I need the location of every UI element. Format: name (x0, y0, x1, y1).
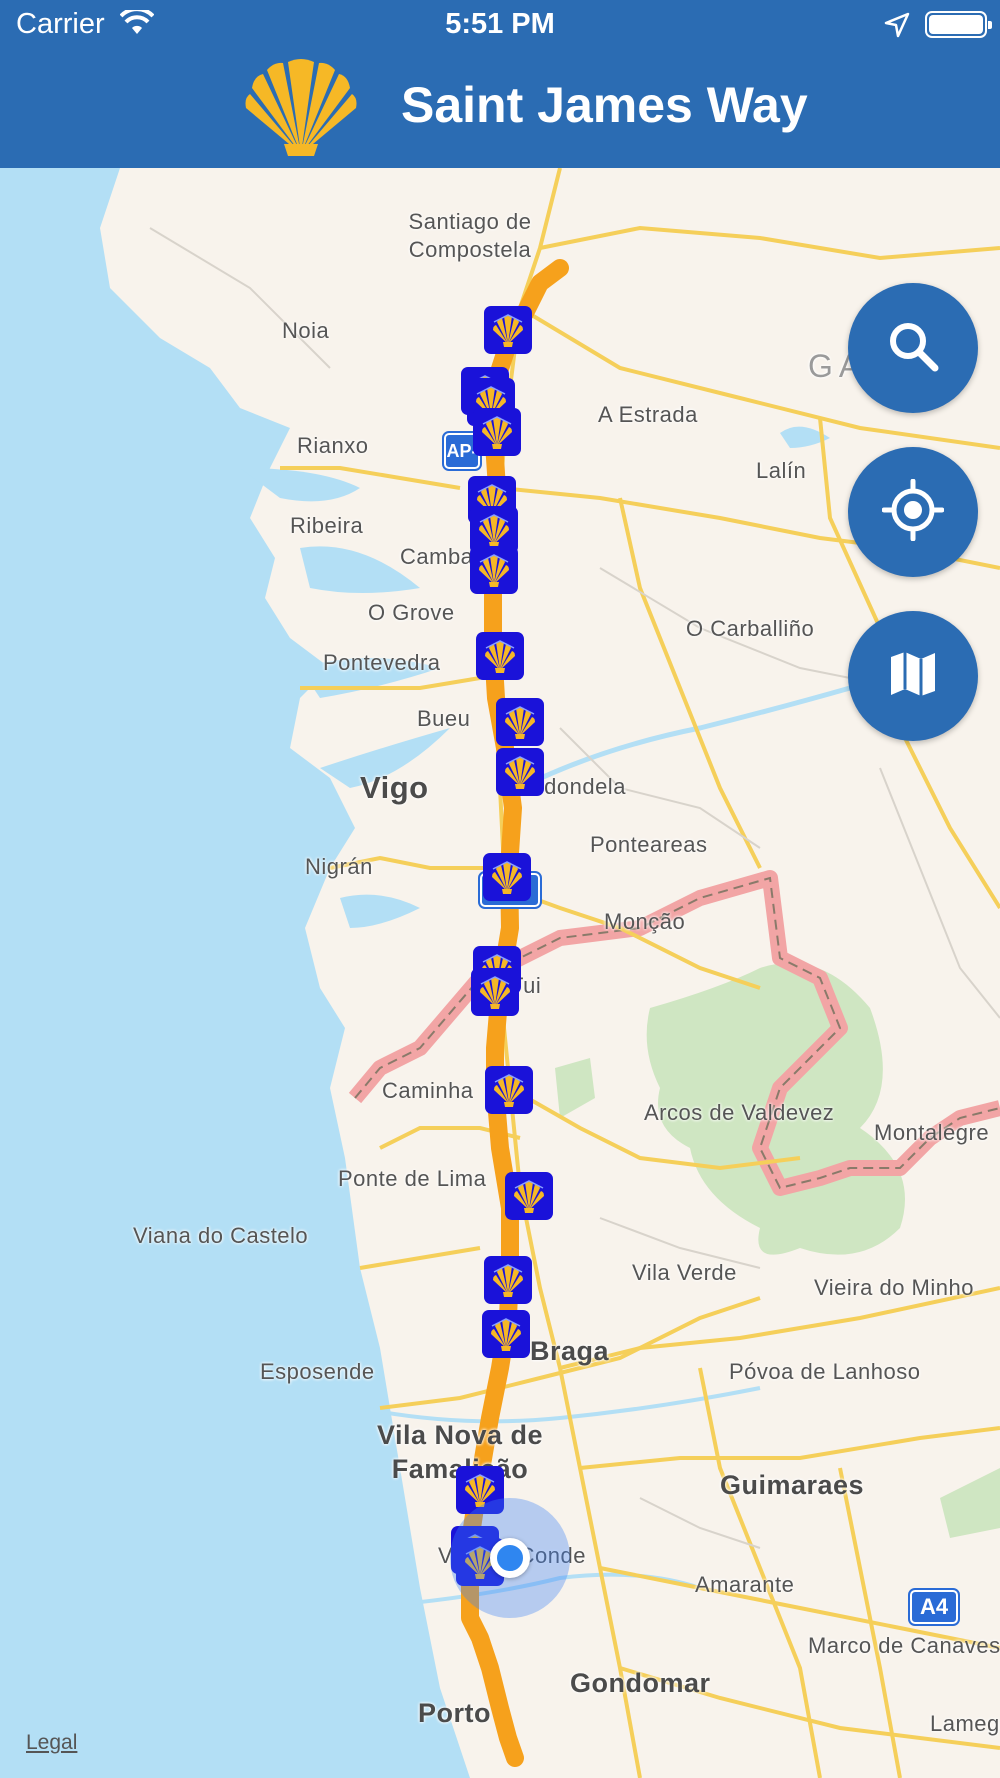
scallop-shell-icon (494, 1074, 524, 1107)
place-label: Bueu (417, 706, 471, 731)
place-label: Amarante (695, 1572, 795, 1597)
search-icon (886, 319, 940, 378)
camino-marker[interactable] (471, 968, 519, 1016)
scallop-shell-icon (480, 976, 510, 1009)
place-label: Ponte de Lima (338, 1166, 487, 1191)
place-label: Lalín (756, 458, 807, 483)
place-label: Marco de Canaveses (808, 1633, 1000, 1658)
scallop-shell-icon (236, 58, 366, 163)
scallop-shell-icon (482, 416, 512, 449)
clock: 5:51 PM (445, 8, 555, 40)
place-label: Vigo (360, 770, 429, 805)
place-label: Lamego (930, 1711, 1000, 1736)
place-label: Noia (282, 318, 330, 343)
status-bar: Carrier 5:51 PM (0, 0, 1000, 50)
place-label: Monção (604, 909, 686, 934)
place-label: Póvoa de Lanhoso (729, 1359, 921, 1384)
place-label: Guimaraes (720, 1470, 865, 1500)
legal-link[interactable]: Legal (26, 1731, 77, 1755)
place-label: Porto (418, 1698, 491, 1728)
scallop-shell-icon (505, 756, 535, 789)
place-label: Caminha (382, 1078, 474, 1103)
location-arrow-icon (884, 12, 910, 43)
scallop-shell-icon (505, 706, 535, 739)
place-label: Pontevedra (323, 650, 441, 675)
place-label: Vieira do Minho (814, 1275, 974, 1300)
camino-marker[interactable] (485, 1066, 533, 1114)
camino-marker[interactable] (496, 698, 544, 746)
place-label: A Estrada (598, 402, 698, 427)
camino-marker[interactable] (483, 853, 531, 901)
place-label: Braga (530, 1336, 610, 1366)
place-label: O Grove (368, 600, 455, 625)
place-label: Santiago de Compostela (408, 209, 532, 262)
place-label: Esposende (260, 1359, 375, 1384)
scallop-shell-icon (514, 1180, 544, 1213)
battery-icon (925, 11, 992, 38)
scallop-shell-icon (492, 861, 522, 894)
place-label: Ribeira (290, 513, 364, 538)
camino-marker[interactable] (476, 632, 524, 680)
map-view[interactable]: Santiago de Compostela Noia Rianxo Ribei… (0, 168, 1000, 1778)
place-label: Arcos de Valdevez (644, 1100, 835, 1125)
scallop-shell-icon (491, 1318, 521, 1351)
scallop-shell-icon (493, 314, 523, 347)
map-icon (888, 649, 938, 704)
user-location-dot[interactable] (490, 1538, 530, 1578)
place-label: Vila Verde (632, 1260, 737, 1285)
map-mode-button[interactable] (848, 611, 978, 741)
camino-marker[interactable] (484, 1256, 532, 1304)
place-label: Montalegre (874, 1120, 990, 1145)
crosshair-icon (881, 478, 945, 546)
place-label: Gondomar (570, 1668, 711, 1698)
place-label: Rianxo (297, 433, 369, 458)
search-button[interactable] (848, 283, 978, 413)
scallop-shell-icon (479, 554, 509, 587)
camino-marker[interactable] (496, 748, 544, 796)
place-label: O Carballiño (686, 616, 815, 641)
camino-marker[interactable] (473, 408, 521, 456)
scallop-shell-icon (493, 1264, 523, 1297)
place-label: Ponteareas (590, 832, 708, 857)
app-title: Saint James Way (401, 77, 808, 133)
place-label: Viana do Castelo (133, 1223, 309, 1248)
camino-marker[interactable] (470, 546, 518, 594)
camino-marker[interactable] (484, 306, 532, 354)
scallop-shell-icon (479, 514, 509, 547)
route-shield: A4 (908, 1588, 960, 1626)
camino-marker[interactable] (482, 1310, 530, 1358)
camino-marker[interactable] (505, 1172, 553, 1220)
scallop-shell-icon (485, 640, 515, 673)
nav-bar: Saint James Way (0, 50, 1000, 168)
locate-button[interactable] (848, 447, 978, 577)
place-label: Nigrán (305, 854, 373, 879)
